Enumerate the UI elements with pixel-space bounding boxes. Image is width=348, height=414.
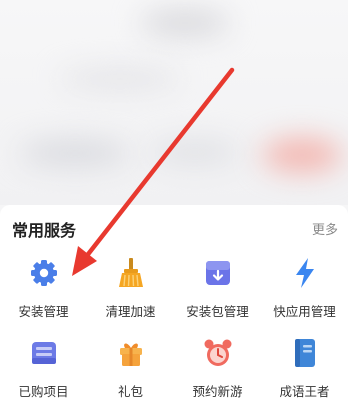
broom-icon [113,255,149,291]
common-services-card: 常用服务 更多 安装管理 清理加速 安装包管理 快应用管理 已购项目 礼包 预约… [0,205,348,414]
service-label: 预约新游 [192,384,243,399]
section-title: 常用服务 [12,221,77,240]
blurred-element [262,138,342,172]
alarm-clock-icon [200,335,236,371]
service-quick-app-manager[interactable]: 快应用管理 [261,251,348,331]
service-package-manager[interactable]: 安装包管理 [174,251,261,331]
service-label: 成语王者 [279,384,330,399]
screen: 常用服务 更多 安装管理 清理加速 安装包管理 快应用管理 已购项目 礼包 预约… [0,0,348,414]
blurred-element [140,10,230,36]
service-gift[interactable]: 礼包 [87,331,174,411]
service-install-manager[interactable]: 安装管理 [0,251,87,331]
gift-icon [113,335,149,371]
service-label: 安装包管理 [186,304,249,319]
package-icon [200,255,236,291]
service-clean-speedup[interactable]: 清理加速 [87,251,174,331]
blurred-element [20,140,130,166]
blurred-element [60,70,180,88]
service-label: 快应用管理 [273,304,336,319]
service-reserve-new-games[interactable]: 预约新游 [174,331,261,411]
service-label: 清理加速 [105,304,156,319]
more-link[interactable]: 更多 [312,219,338,238]
blurred-element [150,140,240,164]
services-row: 已购项目 礼包 预约新游 成语王者 [0,331,348,411]
purchased-box-icon [26,335,62,371]
book-icon [287,335,323,371]
service-label: 安装管理 [18,304,69,319]
gear-icon [26,255,62,291]
service-idiom-king[interactable]: 成语王者 [261,331,348,411]
lightning-icon [287,255,323,291]
services-grid: 安装管理 清理加速 安装包管理 快应用管理 已购项目 礼包 预约新游 成语王者 [0,251,348,411]
services-row: 安装管理 清理加速 安装包管理 快应用管理 [0,251,348,331]
service-label: 礼包 [117,384,143,399]
service-label: 已购项目 [18,384,69,399]
blurred-content-area [0,0,348,205]
service-purchased[interactable]: 已购项目 [0,331,87,411]
